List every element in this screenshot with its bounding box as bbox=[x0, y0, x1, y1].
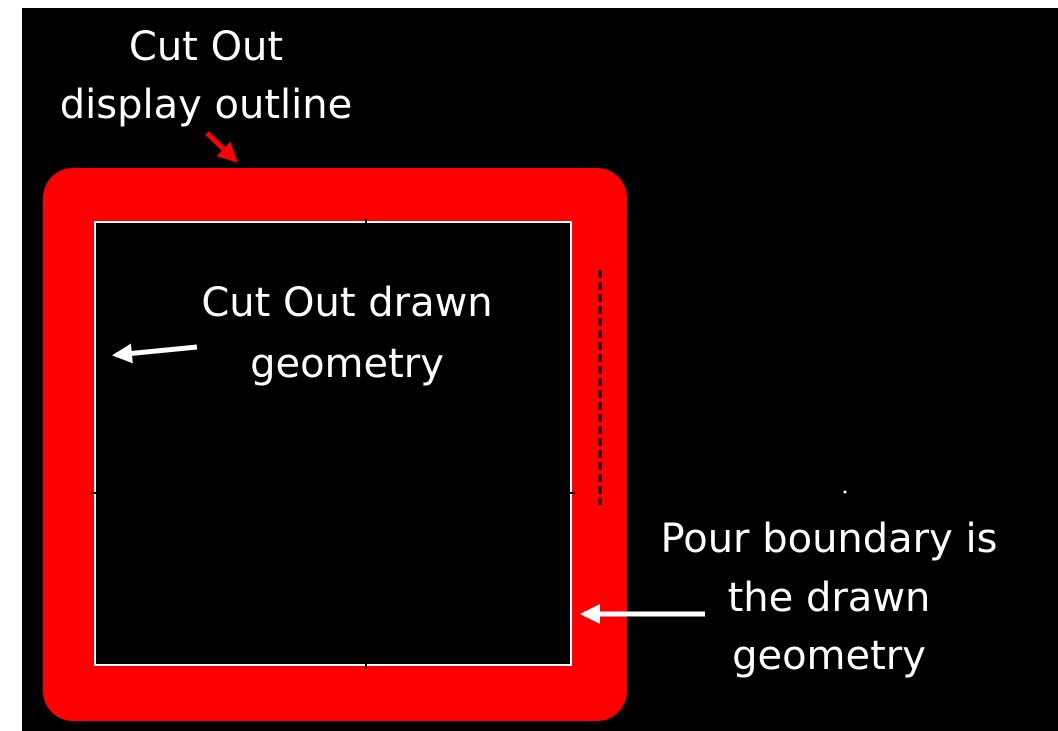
label-drawn-geometry-line1: Cut Out drawn bbox=[201, 280, 492, 326]
label-drawn-geometry-line2: geometry bbox=[250, 341, 444, 387]
stray-dot bbox=[843, 490, 847, 494]
label-pour-boundary-line1: Pour boundary is bbox=[661, 516, 998, 562]
label-pour-boundary-line3: geometry bbox=[732, 633, 926, 679]
label-display-outline-line1: Cut Out bbox=[129, 24, 283, 70]
label-display-outline-line2: display outline bbox=[60, 82, 352, 128]
cutout-diagram: Cut Out display outline Cut Out drawn ge… bbox=[22, 8, 1058, 731]
label-pour-boundary-line2: the drawn bbox=[728, 575, 931, 621]
